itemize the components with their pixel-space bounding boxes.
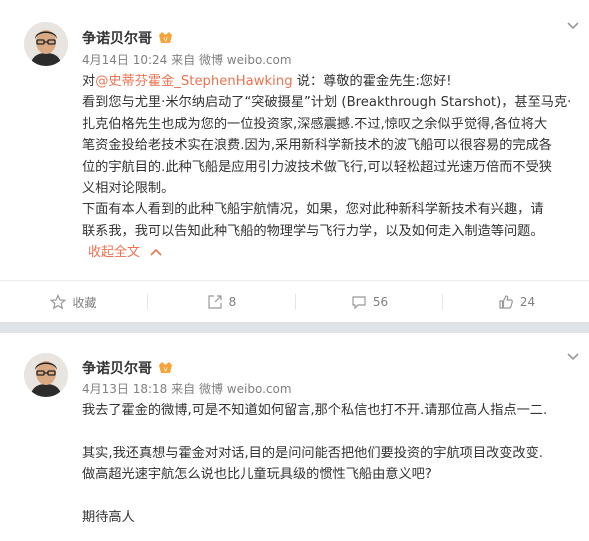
post-line: 位的宇航目的.此种飞船是应用引力波技术做飞行,可以轻松超过光速万倍而不受狭	[82, 159, 552, 175]
like-count: 24	[519, 295, 536, 309]
post-line: 下面有本人看到的此种飞船宇航情况，如果，您对此种新科学新技术有兴趣，请	[82, 202, 544, 218]
post-line: 其实,我还真想与霍金对对话,目的是问问能否把他们要投资的宇航项目改变改变.	[82, 445, 543, 461]
post-line: 扎克伯格先生也成为您的一位投资家,深感震撼.不过,惊叹之余似乎觉得,各位将大	[82, 116, 548, 132]
repost-button[interactable]: 8	[148, 281, 295, 323]
source-prefix: 来自	[171, 382, 196, 396]
post-meta: 4月14日 10:24 来自 微博 weibo.com	[82, 51, 292, 68]
post-line	[82, 486, 580, 507]
username[interactable]: 争诺贝尔哥	[82, 358, 152, 378]
post-line: 做高超光速宇航怎么说也比儿童玩具级的惯性飞船由意义吧?	[82, 467, 432, 483]
post-text: 我去了霍金的微博,可是不知道如何留言,那个私信也打不开.请那位高人指点一二. 其…	[82, 400, 580, 528]
repost-icon	[208, 295, 222, 309]
post-line: 我去了霍金的微博,可是不知道如何留言,那个私信也打不开.请那位高人指点一二.	[82, 403, 548, 418]
repost-count: 8	[228, 295, 237, 309]
post-text: 对@史蒂芬霍金_StephenHawking 说：尊敬的霍金先生:您好! 看到您…	[82, 71, 580, 264]
post-line: 对@史蒂芬霍金_StephenHawking 说：尊敬的霍金先生:您好!	[82, 74, 452, 89]
avatar[interactable]	[24, 353, 68, 397]
comment-icon	[352, 296, 366, 310]
avatar[interactable]	[24, 22, 68, 66]
post-time[interactable]: 4月13日 18:18	[82, 382, 167, 396]
comment-count: 56	[372, 295, 389, 309]
favorite-label: 收藏	[72, 295, 97, 310]
vip-badge-icon[interactable]: V	[158, 31, 173, 44]
weibo-post-card: 争诺贝尔哥 V 4月14日 10:24 来自 微博 weibo.com 对@史蒂…	[0, 0, 589, 322]
post-source[interactable]: 微博 weibo.com	[199, 382, 292, 396]
post-line: 笔资金投给老技术实在浪费.因为,采用新科学新技术的波飞船可以很容易的完成各	[82, 138, 552, 154]
post-line: 看到您与尤里·米尔纳启动了“突破摄星”计划 (Breakthrough Star…	[82, 95, 572, 111]
post-line: 联系我，我可以告知此种飞船的物理学与飞行力学，以及如何走入制造等问题。	[82, 223, 544, 239]
like-button[interactable]: 24	[443, 281, 589, 323]
thumbs-up-icon	[499, 295, 513, 309]
weibo-post-card: 争诺贝尔哥 V 4月13日 18:18 来自 微博 weibo.com 我去了霍…	[0, 333, 589, 541]
post-line: 义相对论限制。	[82, 181, 175, 197]
username[interactable]: 争诺贝尔哥	[82, 28, 152, 48]
collapse-label[interactable]: 收起全文	[88, 245, 140, 260]
post-line: 期待高人	[82, 510, 135, 525]
vip-badge-icon[interactable]: V	[158, 361, 173, 374]
collapse-link[interactable]: 收起全文	[88, 242, 580, 263]
star-icon	[50, 294, 67, 310]
chevron-up-icon	[150, 249, 162, 256]
chevron-down-icon[interactable]	[567, 22, 579, 30]
post-actions: 收藏 8 56 24	[0, 280, 589, 323]
post-time[interactable]: 4月14日 10:24	[82, 53, 167, 67]
mention-link[interactable]: @史蒂芬霍金_StephenHawking	[95, 74, 292, 89]
post-source[interactable]: 微博 weibo.com	[199, 53, 292, 67]
comment-button[interactable]: 56	[296, 281, 443, 323]
post-line	[82, 421, 580, 442]
source-prefix: 来自	[171, 53, 196, 67]
favorite-button[interactable]: 收藏	[0, 281, 147, 323]
post-meta: 4月13日 18:18 来自 微博 weibo.com	[82, 380, 292, 397]
chevron-down-icon[interactable]	[567, 353, 579, 361]
